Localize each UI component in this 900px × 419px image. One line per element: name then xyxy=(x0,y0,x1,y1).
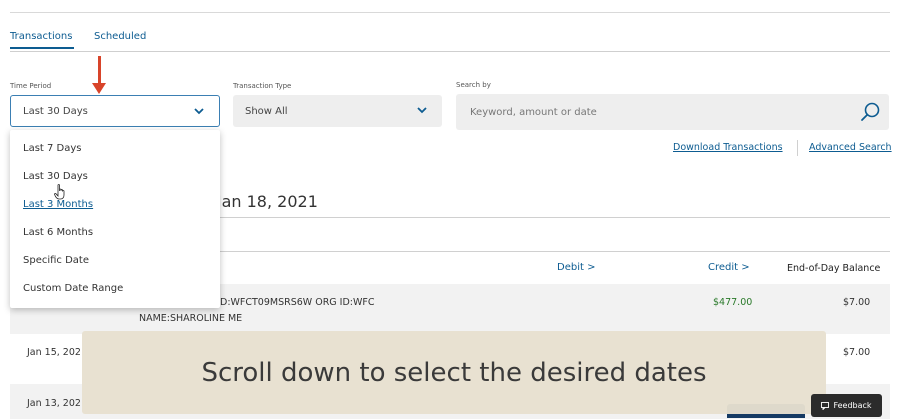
balance-column-header: End-of-Day Balance xyxy=(787,263,881,274)
chevron-down-icon xyxy=(417,107,427,114)
dropdown-option-specific-date[interactable]: Specific Date xyxy=(23,255,89,266)
annotation-arrow-stem xyxy=(98,56,101,84)
search-by-label: Search by xyxy=(456,81,491,89)
row-balance-amount: $7.00 xyxy=(843,297,871,308)
hand-cursor-icon xyxy=(54,184,65,200)
search-icon[interactable] xyxy=(859,101,881,123)
time-period-dropdown: Last 7 Days Last 30 Days Last 3 Months L… xyxy=(10,130,220,308)
advanced-search-link[interactable]: Advanced Search xyxy=(809,142,892,153)
debit-column-header[interactable]: Debit > xyxy=(557,262,595,273)
top-divider xyxy=(10,12,890,13)
row-date: Jan 13, 202 xyxy=(27,398,81,409)
row-description-line2: NAME:SHAROLINE ME xyxy=(139,313,243,324)
dropdown-option-last-30-days[interactable]: Last 30 Days xyxy=(23,171,88,182)
instruction-caption: Scroll down to select the desired dates xyxy=(82,331,826,414)
search-placeholder: Keyword, amount or date xyxy=(470,106,597,118)
dropdown-option-last-6-months[interactable]: Last 6 Months xyxy=(23,227,93,238)
dropdown-option-last-7-days[interactable]: Last 7 Days xyxy=(23,143,82,154)
annotation-arrow-head xyxy=(92,83,106,94)
time-period-value: Last 30 Days xyxy=(23,105,88,117)
transaction-type-label: Transaction Type xyxy=(233,82,292,90)
feedback-label: Feedback xyxy=(833,401,872,410)
tab-scheduled[interactable]: Scheduled xyxy=(94,31,146,42)
chevron-down-icon xyxy=(194,108,204,115)
transaction-type-select[interactable]: Show All xyxy=(233,95,442,127)
feedback-button[interactable]: Feedback xyxy=(811,394,882,417)
dropdown-option-last-3-months[interactable]: Last 3 Months xyxy=(23,199,93,210)
time-period-label: Time Period xyxy=(10,82,52,90)
row-credit-amount: $477.00 xyxy=(713,297,753,308)
row-balance-amount: $7.00 xyxy=(843,347,871,358)
tab-divider xyxy=(10,51,890,52)
link-separator xyxy=(797,140,798,156)
tab-transactions[interactable]: Transactions xyxy=(10,31,75,49)
transaction-type-value: Show All xyxy=(245,105,288,117)
search-input[interactable]: Keyword, amount or date xyxy=(456,94,889,130)
dropdown-option-custom-date-range[interactable]: Custom Date Range xyxy=(23,283,123,294)
row-date: Jan 15, 202 xyxy=(27,347,81,358)
download-transactions-link[interactable]: Download Transactions xyxy=(673,142,783,153)
credit-column-header[interactable]: Credit > xyxy=(708,262,750,273)
comment-icon xyxy=(821,401,830,410)
time-period-select[interactable]: Last 30 Days xyxy=(10,95,220,127)
row-description-line1: D:WFCT09MSRS6W ORG ID:WFC xyxy=(220,297,375,308)
